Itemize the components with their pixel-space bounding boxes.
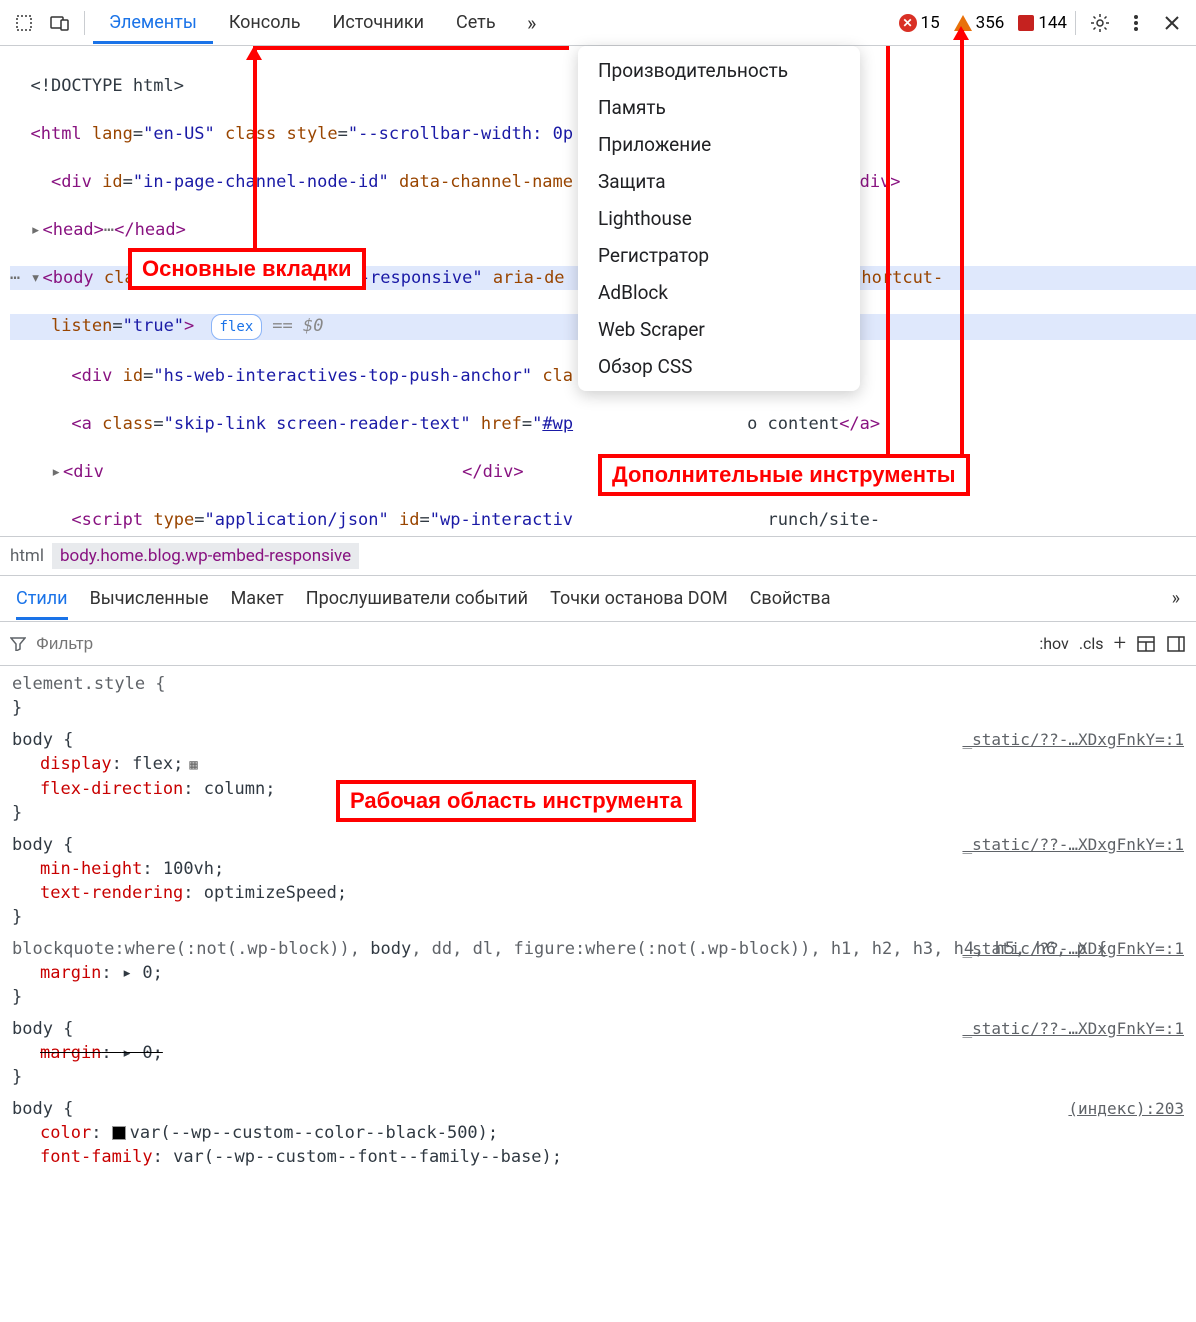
annotation-main-tabs: Основные вкладки: [128, 248, 366, 290]
annotation-extra-tools: Дополнительные инструменты: [598, 454, 970, 496]
brace: }: [12, 696, 1184, 720]
flex-grid-icon[interactable]: ▦: [189, 753, 197, 777]
css-rule[interactable]: (индекс):203 body { color: var(--wp--cus…: [0, 1095, 1196, 1175]
menu-item-adblock[interactable]: AdBlock: [578, 274, 860, 311]
subtab-event-listeners[interactable]: Прослушиватели событий: [306, 588, 528, 609]
issue-counts: ✕ 15 356 144: [899, 13, 1067, 33]
styles-sub-tabs: Стили Вычисленные Макет Прослушиватели с…: [0, 576, 1196, 622]
menu-item-memory[interactable]: Память: [578, 89, 860, 126]
overflow-tabs-menu: Производительность Память Приложение Защ…: [578, 46, 860, 391]
css-prop[interactable]: min-height: 100vh;: [12, 857, 1184, 881]
css-rule[interactable]: _static/??-…XDxgFnkY=:1 body { margin: ▸…: [0, 1015, 1196, 1095]
devtools-toolbar: Элементы Консоль Источники Сеть » ✕ 15 3…: [0, 0, 1196, 46]
issue-icon: [1018, 15, 1034, 31]
menu-item-webscraper[interactable]: Web Scraper: [578, 311, 860, 348]
error-icon: ✕: [899, 14, 917, 32]
crumb-selected[interactable]: body.home.blog.wp-embed-responsive: [52, 543, 359, 569]
hov-toggle[interactable]: :hov: [1039, 634, 1068, 653]
filter-input[interactable]: [36, 634, 156, 654]
new-style-icon[interactable]: +: [1114, 631, 1126, 656]
annotation-arrow: [253, 46, 257, 248]
annotation-arrow: [960, 30, 964, 454]
toolbar-divider: [1075, 11, 1076, 35]
main-tabs: Элементы Консоль Источники Сеть: [93, 2, 512, 44]
menu-item-css-overview[interactable]: Обзор CSS: [578, 348, 860, 385]
subtab-computed[interactable]: Вычисленные: [90, 588, 209, 609]
flex-badge[interactable]: flex: [211, 314, 263, 340]
css-prop[interactable]: text-rendering: optimizeSpeed;: [12, 881, 1184, 905]
subtab-properties[interactable]: Свойства: [750, 588, 831, 609]
subtabs-overflow-icon[interactable]: »: [1172, 588, 1180, 609]
crumb-html[interactable]: html: [10, 546, 44, 566]
subtab-dom-breakpoints[interactable]: Точки останова DOM: [550, 588, 728, 609]
css-prop[interactable]: color: var(--wp--custom--color--black-50…: [12, 1121, 1184, 1145]
close-icon[interactable]: [1156, 7, 1188, 39]
annotation-arrowhead: [953, 26, 969, 40]
dom-line[interactable]: <script type="application/json" id="wp-i…: [10, 508, 1196, 532]
menu-item-security[interactable]: Защита: [578, 163, 860, 200]
rule-source[interactable]: _static/??-…XDxgFnkY=:1: [962, 728, 1184, 752]
rule-source[interactable]: (индекс):203: [1068, 1097, 1184, 1121]
menu-item-recorder[interactable]: Регистратор: [578, 237, 860, 274]
sidebar-toggle-icon[interactable]: [1166, 635, 1186, 653]
selected-marker: == $0: [272, 316, 323, 336]
tab-network[interactable]: Сеть: [440, 2, 512, 44]
tab-console[interactable]: Консоль: [213, 2, 317, 44]
issues-badge[interactable]: 144: [1018, 13, 1067, 33]
device-toggle-icon[interactable]: [44, 7, 76, 39]
breadcrumb: html body.home.blog.wp-embed-responsive: [0, 536, 1196, 576]
rule-source[interactable]: _static/??-…XDxgFnkY=:1: [962, 833, 1184, 857]
tab-sources[interactable]: Источники: [317, 2, 441, 44]
subtab-layout[interactable]: Макет: [231, 588, 284, 609]
gear-icon[interactable]: [1084, 7, 1116, 39]
css-rule[interactable]: _static/??-…XDxgFnkY=:1 body { min-heigh…: [0, 831, 1196, 935]
menu-item-performance[interactable]: Производительность: [578, 52, 860, 89]
annotation-arrowhead: [246, 46, 262, 60]
element-style-rule[interactable]: element.style { }: [0, 670, 1196, 726]
color-swatch-icon[interactable]: [112, 1126, 126, 1140]
tabs-overflow-icon[interactable]: »: [516, 7, 548, 39]
rule-source[interactable]: _static/??-…XDxgFnkY=:1: [962, 937, 1184, 961]
dom-line[interactable]: <a class="skip-link screen-reader-text" …: [10, 412, 1196, 436]
brace: }: [12, 1065, 1184, 1089]
errors-count: 15: [921, 13, 940, 33]
brace: }: [12, 985, 1184, 1009]
errors-badge[interactable]: ✕ 15: [899, 13, 940, 33]
cls-toggle[interactable]: .cls: [1079, 634, 1104, 653]
menu-item-application[interactable]: Приложение: [578, 126, 860, 163]
styles-filter-row: :hov .cls +: [0, 622, 1196, 666]
css-prop[interactable]: display: flex;▦: [12, 752, 1184, 777]
rule-source[interactable]: _static/??-…XDxgFnkY=:1: [962, 1017, 1184, 1041]
brace: }: [12, 905, 1184, 929]
toolbar-divider: [84, 11, 85, 35]
selector: element.style {: [12, 672, 1184, 696]
computed-toggle-icon[interactable]: [1136, 635, 1156, 653]
css-prop[interactable]: margin: ▸ 0;: [12, 961, 1184, 985]
tab-elements[interactable]: Элементы: [93, 2, 213, 44]
annotation-arrow: [886, 46, 890, 454]
menu-item-lighthouse[interactable]: Lighthouse: [578, 200, 860, 237]
warnings-count: 356: [976, 13, 1005, 33]
css-prop-overridden[interactable]: margin: ▸ 0;: [12, 1041, 1184, 1065]
css-prop[interactable]: font-family: var(--wp--custom--font--fam…: [12, 1145, 1184, 1169]
inspect-icon[interactable]: [8, 7, 40, 39]
selector: body {: [12, 1097, 1184, 1121]
filter-icon[interactable]: [10, 637, 26, 651]
annotation-arrow: [253, 46, 569, 50]
kebab-menu-icon[interactable]: [1120, 7, 1152, 39]
css-rule[interactable]: _static/??-…XDxgFnkY=:1 blockquote:where…: [0, 935, 1196, 1015]
issues-count: 144: [1038, 13, 1067, 33]
annotation-work-area: Рабочая область инструмента: [336, 780, 696, 822]
subtab-styles[interactable]: Стили: [16, 588, 68, 620]
styles-list: element.style { } _static/??-…XDxgFnkY=:…: [0, 666, 1196, 1179]
